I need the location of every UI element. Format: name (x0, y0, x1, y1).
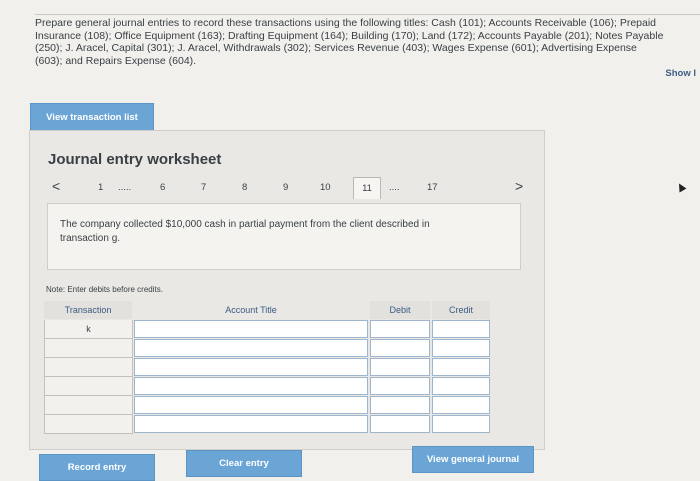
header-credit: Credit (432, 301, 490, 319)
prev-arrow-icon[interactable]: < (52, 178, 60, 194)
transaction-cell (44, 415, 133, 434)
transaction-cell (44, 377, 133, 396)
header-account-title: Account Title (225, 305, 277, 315)
credit-input[interactable] (432, 339, 490, 357)
pager-ellipsis-2: .... (389, 182, 400, 193)
transaction-cell (44, 396, 133, 415)
pager-item-10[interactable]: 10 (320, 182, 331, 193)
debit-credit-note: Note: Enter debits before credits. (46, 285, 163, 294)
credit-input[interactable] (432, 377, 490, 395)
pager-item-1[interactable]: 1 (98, 182, 103, 193)
view-general-journal-button[interactable]: View general journal (412, 446, 534, 473)
account-title-input[interactable] (134, 358, 368, 376)
record-entry-button[interactable]: Record entry (39, 454, 155, 481)
show-link[interactable]: Show l (665, 68, 696, 79)
pager-item-6[interactable]: 6 (160, 182, 165, 193)
transaction-pager: < 1 ..... 6 7 8 9 10 11 .... 17 > (46, 177, 526, 199)
pager-ellipsis: ..... (118, 182, 132, 193)
journal-entry-worksheet: Journal entry worksheet < 1 ..... 6 7 8 … (29, 130, 545, 450)
account-title-input[interactable] (134, 377, 368, 395)
transaction-description-box: The company collected $10,000 cash in pa… (47, 203, 521, 270)
debit-input[interactable] (370, 415, 430, 433)
transaction-cell (44, 358, 133, 377)
account-title-input[interactable] (134, 396, 368, 414)
credit-input[interactable] (432, 396, 490, 414)
header-transaction: Transaction (44, 301, 132, 319)
debit-input[interactable] (370, 320, 430, 338)
pager-item-11-active[interactable]: 11 (353, 177, 381, 199)
debit-input[interactable] (370, 339, 430, 357)
transaction-cell: k (44, 320, 133, 339)
view-transaction-list-button[interactable]: View transaction list (30, 103, 154, 131)
instructions-text: Prepare general journal entries to recor… (35, 14, 700, 67)
account-title-input[interactable] (134, 320, 368, 338)
clear-entry-button[interactable]: Clear entry (186, 450, 302, 477)
transaction-cell (44, 339, 133, 358)
next-arrow-icon[interactable]: > (515, 178, 523, 194)
debit-input[interactable] (370, 377, 430, 395)
header-debit: Debit (370, 301, 430, 319)
worksheet-title: Journal entry worksheet (48, 151, 222, 168)
pager-item-17[interactable]: 17 (427, 182, 438, 193)
account-title-input[interactable] (134, 415, 368, 433)
credit-input[interactable] (432, 320, 490, 338)
pager-item-8[interactable]: 8 (242, 182, 247, 193)
journal-table: Transaction Account Title Debit Credit k (44, 301, 490, 436)
pager-item-9[interactable]: 9 (283, 182, 288, 193)
mouse-cursor-icon (675, 181, 687, 193)
transaction-description: The company collected $10,000 cash in pa… (60, 219, 430, 244)
credit-input[interactable] (432, 415, 490, 433)
account-title-input[interactable] (134, 339, 368, 357)
debit-input[interactable] (370, 396, 430, 414)
pager-item-7[interactable]: 7 (201, 182, 206, 193)
credit-input[interactable] (432, 358, 490, 376)
page: Prepare general journal entries to recor… (0, 0, 700, 481)
debit-input[interactable] (370, 358, 430, 376)
